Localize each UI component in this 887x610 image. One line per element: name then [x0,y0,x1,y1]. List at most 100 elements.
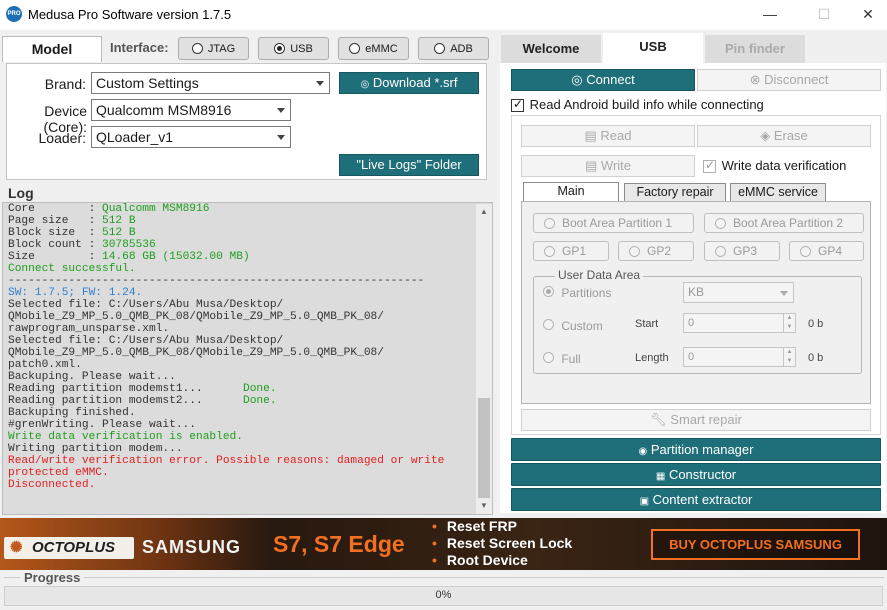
partitions-radio[interactable]: Partitions [543,286,611,300]
full-label: Full [561,352,581,366]
start-spinner[interactable]: ▲ ▼ [783,313,796,333]
log-line-text: Reading partition modemst2... [8,395,243,407]
partition-manager-label: Partition manager [650,442,754,457]
interface-adb-radio[interactable]: ADB [418,37,489,60]
log-scroll-thumb[interactable] [478,398,490,498]
start-label: Start [635,318,659,330]
connect-button[interactable]: ◎ Connect [511,69,695,91]
chevron-down-icon [277,108,285,113]
gp1-radio[interactable]: GP1 [533,241,609,261]
boot-area-2-radio[interactable]: Boot Area Partition 2 [704,213,864,233]
spin-down-icon[interactable]: ▼ [784,323,795,332]
partition-manager-button[interactable]: ◉ Partition manager [511,438,881,461]
gp3-radio[interactable]: GP3 [704,241,780,261]
log-line: rawprogram_unsparse.xml. [8,323,476,335]
write-verification-label: Write data verification [721,158,847,173]
wrench-icon: 🔧︎ [650,412,667,427]
log-title: Log [8,185,34,201]
read-build-info-option[interactable]: Read Android build info while connecting [511,97,764,113]
read-build-info-label: Read Android build info while connecting [529,97,764,112]
boot-area-1-radio[interactable]: Boot Area Partition 1 [533,213,694,233]
banner-models: S7, S7 Edge [273,531,405,557]
gp4-radio[interactable]: GP4 [789,241,864,261]
log-line: Page size : 512 B [8,215,476,227]
close-button[interactable]: ✕ [845,0,887,30]
constructor-button[interactable]: ▦ Constructor [511,463,881,486]
banner-feature-text: Root Device [446,552,528,568]
radio-icon [191,43,203,54]
samsung-logo: SAMSUNG [142,537,242,557]
log-line: Disconnected. [8,479,476,491]
log-line-value: Done. [242,395,277,407]
buy-octoplus-button[interactable]: BUY OCTOPLUS SAMSUNG [651,529,860,560]
banner-feature: • Reset Screen Lock [432,535,573,551]
tab-model-settings[interactable]: Model Settings [2,36,102,81]
brand-select[interactable]: Custom Settings [91,72,330,94]
content-extractor-button[interactable]: ▣ Content extractor [511,488,881,511]
tab-pin-finder[interactable]: Pin finder [705,35,805,64]
progress-label: Progress [24,570,81,585]
subtab-emmc-service[interactable]: eMMC service [730,183,826,202]
boot-area-2-label: Boot Area Partition 2 [733,216,844,230]
subtab-factory-repair[interactable]: Factory repair [624,183,726,202]
banner-feature-text: Reset FRP [446,518,517,534]
log-line-text: QMobile_Z9_MP_5.0_QMB_PK_08/QMobile_Z9_M… [8,311,384,323]
erase-button[interactable]: ◈ Erase [697,125,871,147]
interface-jtag-radio[interactable]: JTAG [178,37,249,60]
log-line: Backuping. Please wait... [8,371,476,383]
log-panel[interactable]: Core : Qualcomm MSM8916 Page size : 512 B… [2,202,493,515]
log-line: SW: 1.7.5; FW: 1.24. [8,287,476,299]
log-line-text: Reading partition modemst1... [8,383,243,395]
log-line: Backuping finished. [8,407,476,419]
live-logs-folder-button[interactable]: "Live Logs" Folder [339,154,479,176]
radio-icon [544,217,555,229]
read-button[interactable]: ▤ Read [521,125,695,147]
scroll-up-icon[interactable]: ▲ [476,204,492,220]
custom-radio[interactable]: Custom [543,319,603,333]
log-line: Connect successful. [8,263,476,275]
loader-select[interactable]: QLoader_v1 [91,126,291,148]
start-suffix: 0 b [808,318,824,330]
length-suffix: 0 b [808,352,824,364]
checkbox-checked-icon[interactable] [703,158,716,174]
spin-down-icon[interactable]: ▼ [784,357,795,366]
maximize-button[interactable]: ☐ [801,0,847,30]
partitions-label: Partitions [561,286,612,300]
scroll-down-icon[interactable]: ▼ [476,498,492,514]
device-select[interactable]: Qualcomm MSM8916 [91,99,291,121]
log-line-text: Core : [8,203,102,215]
length-input[interactable]: 0 [683,347,784,367]
log-line-text: QMobile_Z9_MP_5.0_QMB_PK_08/QMobile_Z9_M… [8,347,384,359]
interface-emmc-radio[interactable]: eMMC [338,37,409,60]
log-line-text: rawprogram_unsparse.xml. [8,323,170,335]
gp2-radio[interactable]: GP2 [618,241,694,261]
log-line-text: Backuping finished. [8,407,136,419]
banner-feature: • Root Device [432,552,528,568]
download-label: Download *.srf [372,75,458,90]
tab-usb[interactable]: USB [603,33,703,64]
write-verification-option[interactable]: Write data verification [703,158,847,174]
length-spinner[interactable]: ▲ ▼ [783,347,796,367]
log-line-value: Connect successful. [8,263,136,275]
radio-icon [434,43,446,54]
spin-up-icon[interactable]: ▲ [784,314,795,323]
disconnect-button[interactable]: ⊗ Disconnect [697,69,881,91]
check-circle-icon: ◎ [571,72,583,87]
octoplus-logo-text: OCTOPLUS [32,539,116,556]
checkbox-checked-icon[interactable] [511,97,524,113]
download-srf-button[interactable]: ◎ Download *.srf [339,72,479,94]
radio-icon [543,319,554,330]
unit-select[interactable]: KB [683,282,794,303]
octopus-icon: ✺ [10,539,23,556]
smart-repair-button[interactable]: 🔧︎ Smart repair [521,409,871,431]
write-button[interactable]: ▤ Write [521,155,695,177]
log-line: ----------------------------------------… [8,275,476,287]
spin-up-icon[interactable]: ▲ [784,348,795,357]
log-line-value: 512 B [102,227,136,239]
start-input[interactable]: 0 [683,313,784,333]
full-radio[interactable]: Full [543,352,581,366]
tab-welcome[interactable]: Welcome [501,35,601,64]
subtab-main[interactable]: Main [523,182,619,202]
interface-usb-radio[interactable]: USB [258,37,329,60]
minimize-button[interactable]: — [747,0,793,30]
